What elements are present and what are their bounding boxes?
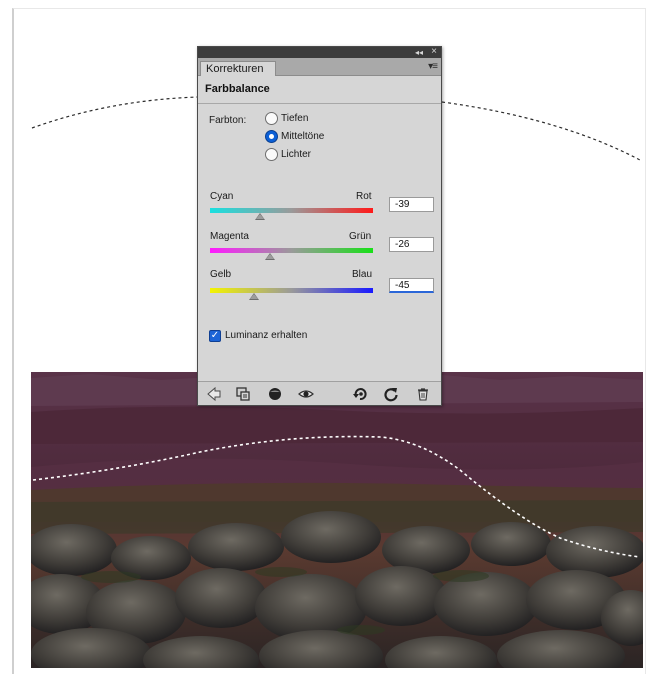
panel-title-bar[interactable]: ◂◂ × [198, 46, 441, 58]
cyan-rot-slider-thumb[interactable] [255, 213, 265, 220]
magenta-gruen-slider-thumb[interactable] [265, 253, 275, 260]
landscape-image [31, 372, 643, 668]
radio-lichter-label[interactable]: Lichter [281, 149, 311, 160]
magenta-gruen-slider-track[interactable] [210, 248, 373, 253]
radio-tiefen[interactable] [265, 112, 278, 125]
panel-tab-row: Korrekturen ▾≡ [198, 58, 441, 76]
eye-icon[interactable] [298, 386, 314, 402]
tab-korrekturen[interactable]: Korrekturen [200, 61, 276, 76]
close-panel-button[interactable]: × [431, 46, 437, 57]
panel-bottom-toolbar [198, 381, 441, 405]
luminance-checkbox[interactable]: ✓ [209, 330, 221, 342]
gelb-blau-value-field[interactable]: -45 [389, 278, 434, 293]
adjustments-panel: ◂◂ × Korrekturen ▾≡ Farbbalance Farbton:… [197, 46, 442, 406]
gelb-blau-slider-track[interactable] [210, 288, 373, 293]
rot-label: Rot [356, 191, 372, 202]
collapse-panel-button[interactable]: ◂◂ [415, 47, 423, 58]
gelb-blau-slider-thumb[interactable] [249, 293, 259, 300]
radio-mitteltoene[interactable] [265, 130, 278, 143]
magenta-label: Magenta [210, 231, 249, 242]
gelb-label: Gelb [210, 269, 232, 280]
cyan-rot-value-field[interactable]: -39 [389, 197, 434, 212]
document-canvas[interactable]: ◂◂ × Korrekturen ▾≡ Farbbalance Farbton:… [0, 0, 651, 677]
trash-icon[interactable] [415, 386, 431, 402]
gruen-label: Grün [349, 231, 372, 242]
previous-state-icon[interactable] [352, 386, 368, 402]
luminance-label[interactable]: Luminanz erhalten [225, 330, 307, 341]
back-arrow-icon[interactable] [206, 386, 222, 402]
adjustment-title: Farbbalance [205, 83, 270, 95]
magenta-gruen-value-field[interactable]: -26 [389, 237, 434, 252]
radio-lichter[interactable] [265, 148, 278, 161]
divider [198, 103, 441, 104]
radio-tiefen-label[interactable]: Tiefen [281, 113, 308, 124]
visibility-toggle-icon[interactable] [267, 386, 283, 402]
radio-mitteltoene-label[interactable]: Mitteltöne [281, 131, 324, 142]
tone-label: Farbton: [209, 115, 247, 126]
cyan-rot-slider-track[interactable] [210, 208, 373, 213]
panel-menu-button[interactable]: ▾≡ [428, 61, 438, 72]
clip-to-layer-icon[interactable] [235, 386, 251, 402]
cyan-label: Cyan [210, 191, 234, 202]
blau-label: Blau [352, 269, 373, 280]
reset-icon[interactable] [383, 386, 399, 402]
